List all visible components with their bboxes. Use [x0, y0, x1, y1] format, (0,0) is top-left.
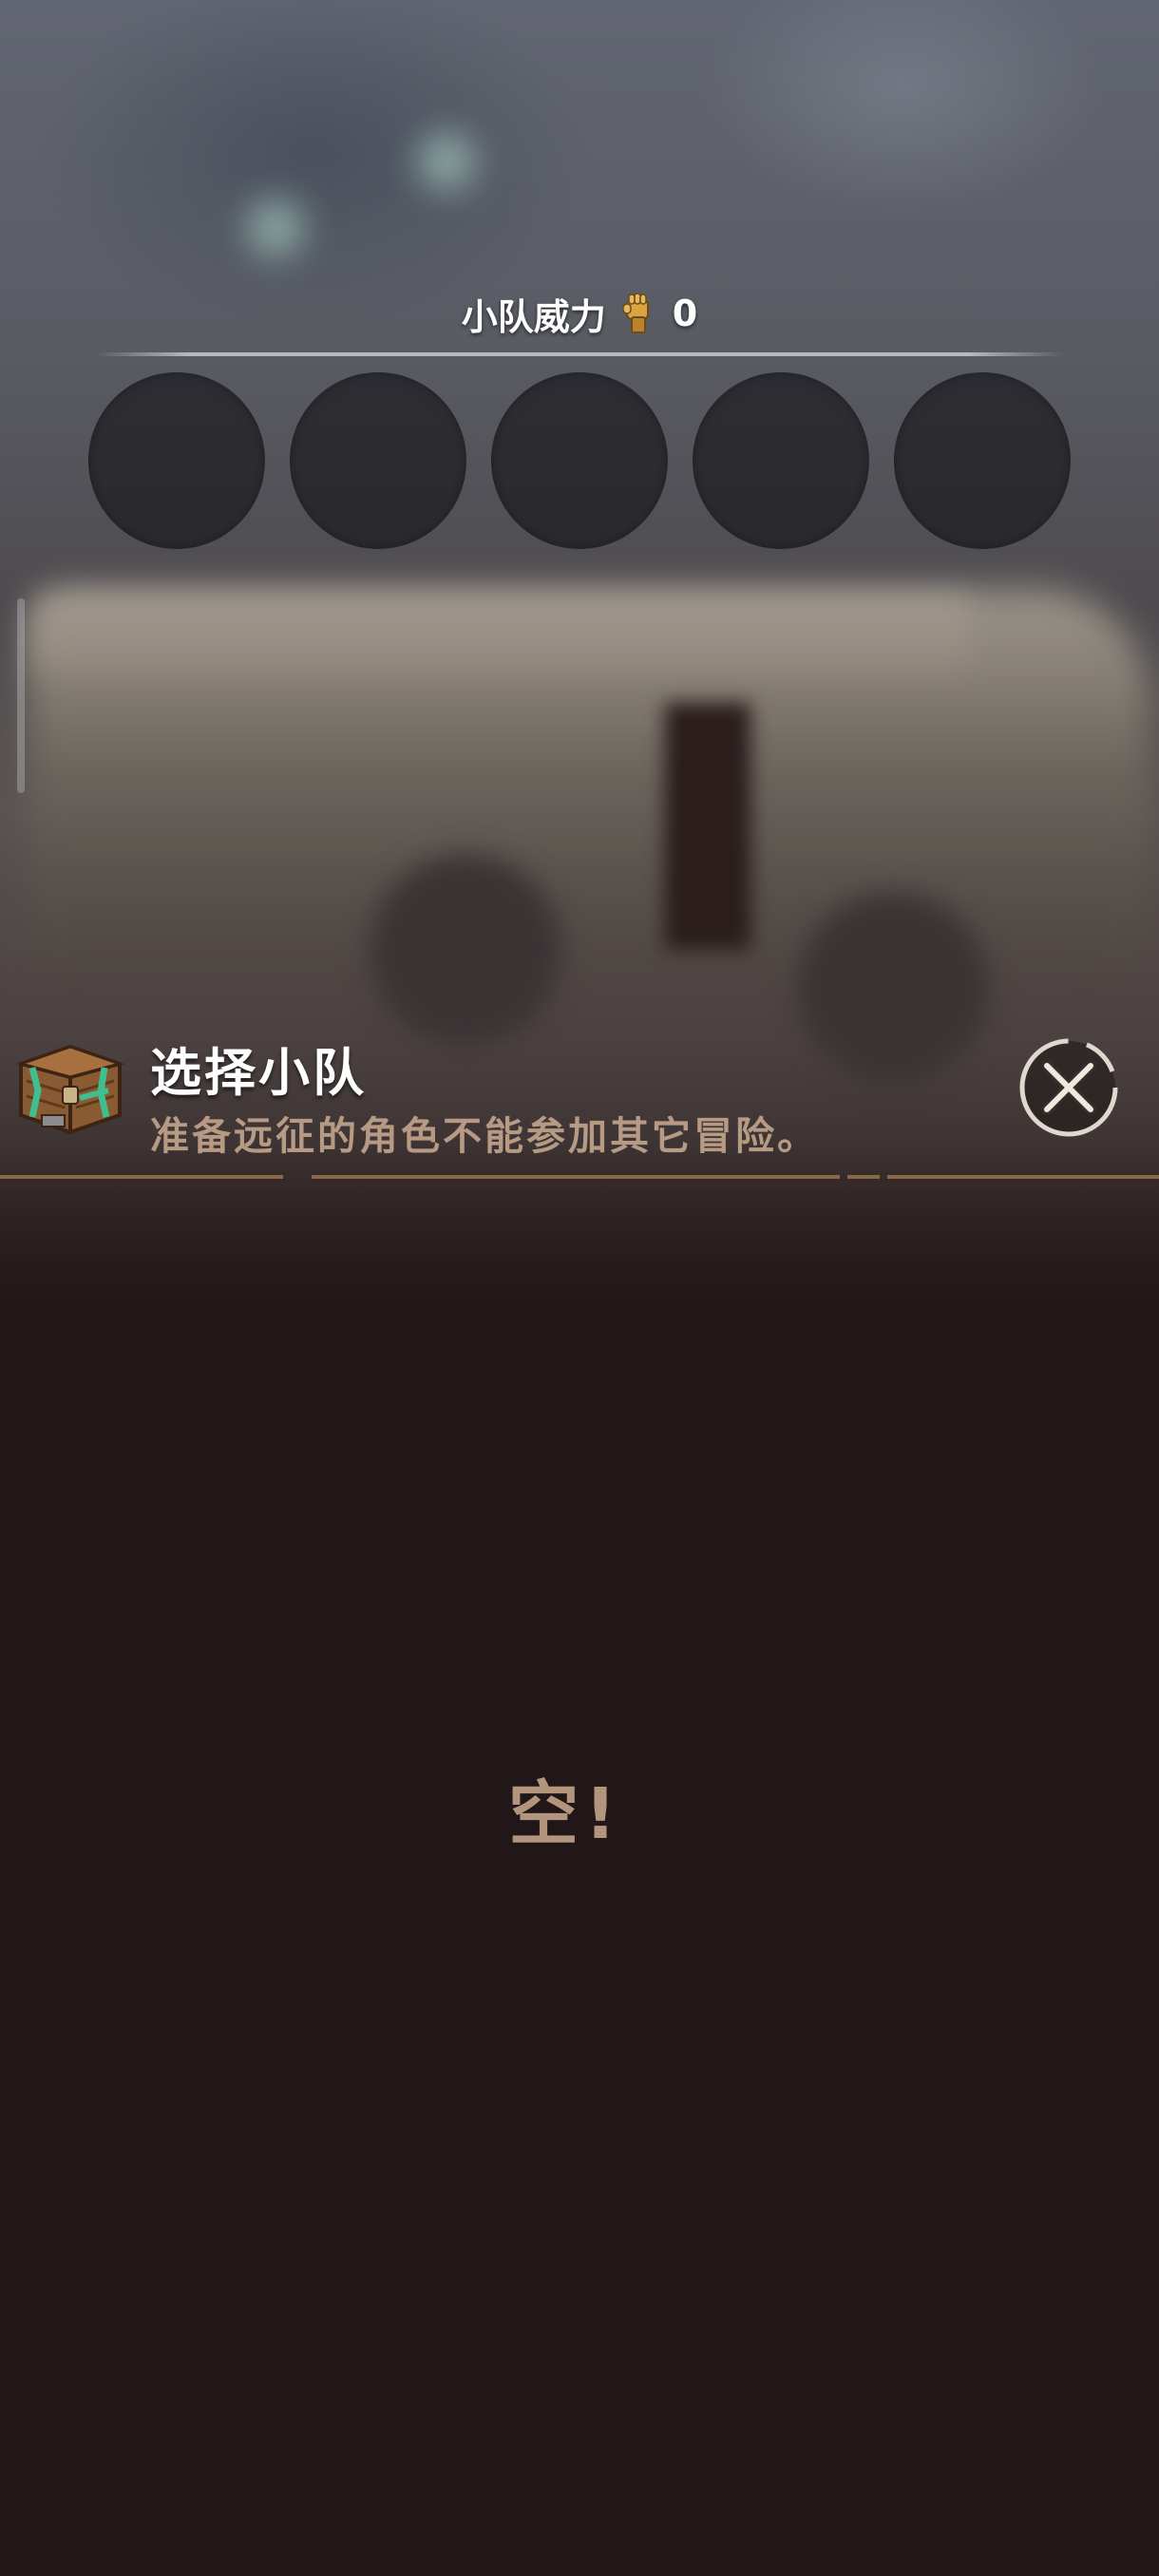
squad-slot-3[interactable] [491, 372, 668, 549]
squad-slot-1[interactable] [88, 372, 265, 549]
panel-title: 选择小队 [150, 1043, 367, 1103]
tab-divider-4 [887, 1175, 1159, 1179]
fist-icon [622, 293, 649, 333]
power-divider [95, 352, 1064, 356]
squad-power: 小队威力 0 [0, 285, 1159, 342]
panel-subtitle: 准备远征的角色不能参加其它冒险。 [150, 1113, 819, 1159]
tab-divider-2 [312, 1175, 840, 1179]
tab-divider-3 [847, 1175, 880, 1179]
scroll-indicator [17, 598, 25, 793]
tab-divider-1 [0, 1175, 283, 1179]
squad-slots [0, 372, 1159, 549]
close-icon[interactable] [1018, 1037, 1119, 1138]
squad-slot-2[interactable] [290, 372, 466, 549]
squad-power-value: 0 [672, 293, 698, 334]
empty-list-text: 空! [508, 1773, 622, 1855]
squad-slot-4[interactable] [693, 372, 869, 549]
squad-slot-5[interactable] [894, 372, 1071, 549]
chest-icon [15, 1044, 125, 1135]
squad-power-label: 小队威力 [461, 295, 606, 338]
